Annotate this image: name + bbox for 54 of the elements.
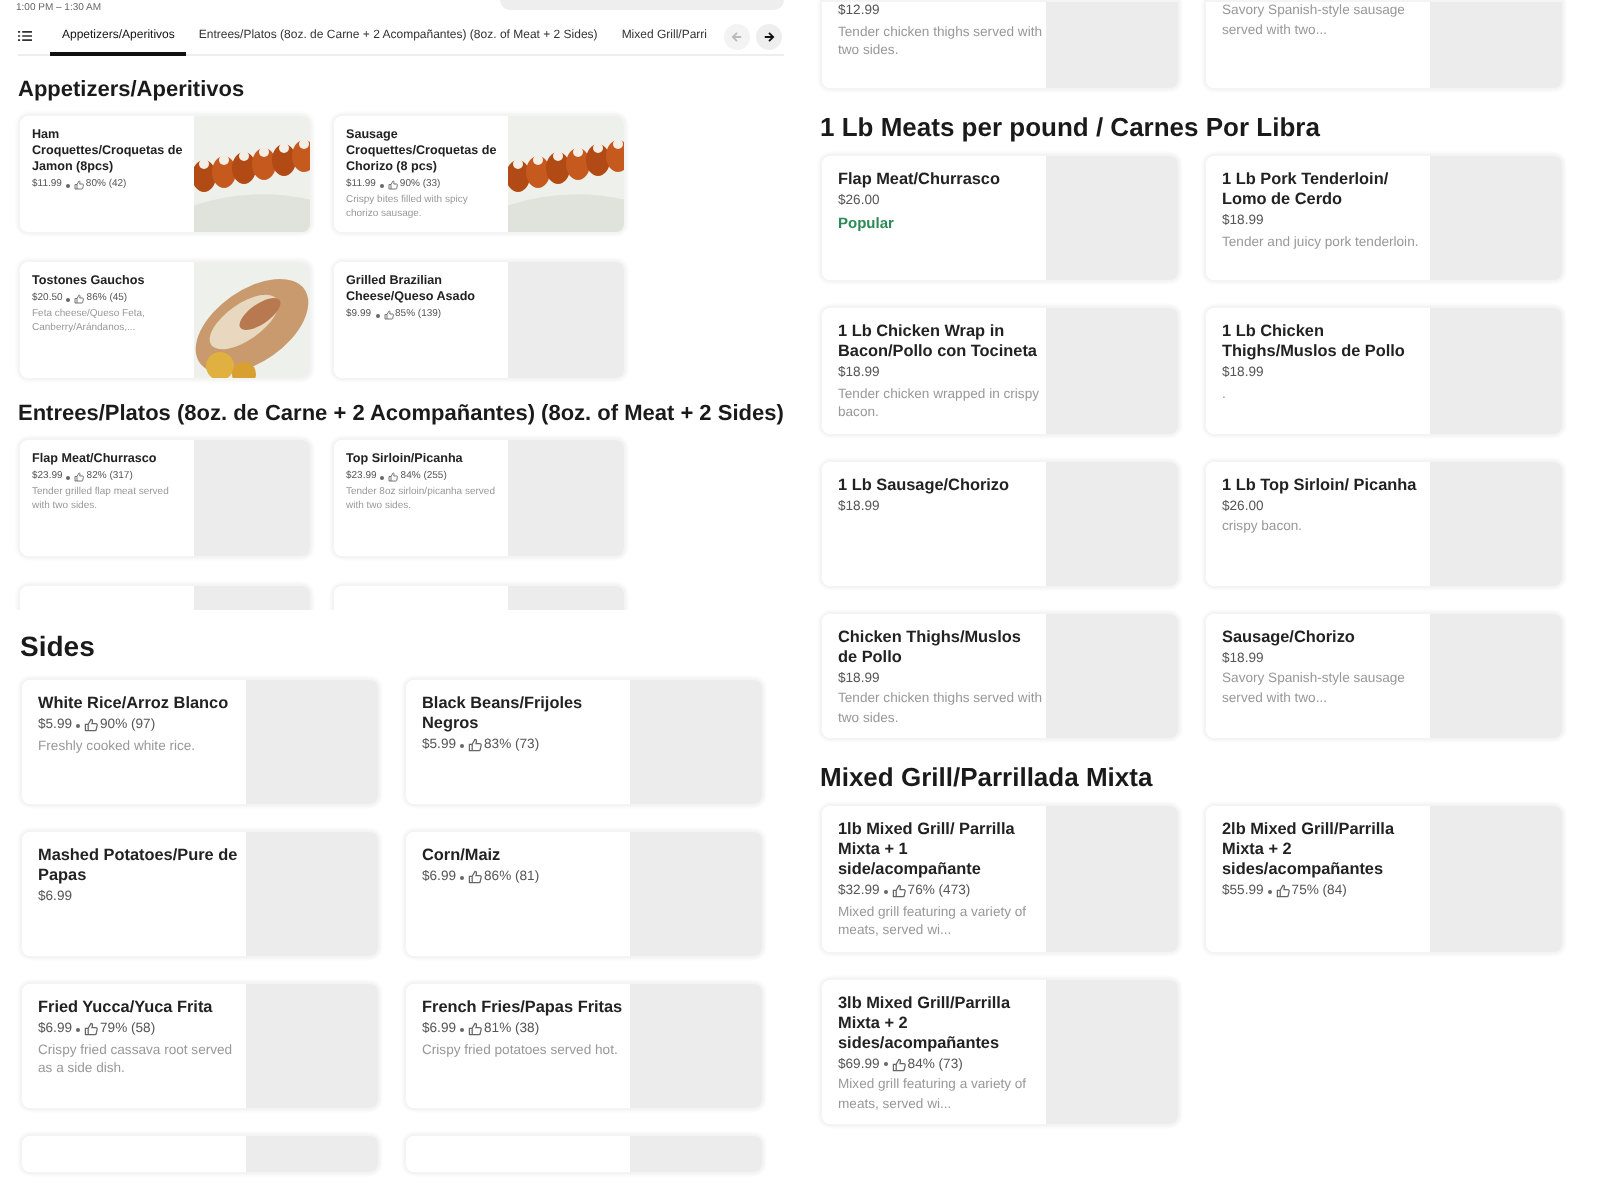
item-name: White Rice/Arroz Blanco <box>38 694 229 714</box>
separator-dot <box>883 889 888 894</box>
separator-dot <box>66 297 71 301</box>
thumbs-up-icon <box>383 310 394 320</box>
thumbs-up-icon <box>387 180 398 190</box>
separator-dot <box>460 743 465 748</box>
thumbs-up-icon <box>1275 884 1290 899</box>
thumbs-up-icon <box>388 472 399 482</box>
item-name: 1 Lb Chicken Thighs/Muslos de Pollo <box>1222 322 1407 362</box>
separator-dot <box>375 313 380 317</box>
separator-dot <box>66 475 71 479</box>
item-name: 1 Lb Chicken Wrap in Bacon/Pollo con Tocineta <box>838 322 1039 362</box>
separator-dot <box>76 1027 81 1032</box>
item-name: 1 Lb Pork Tenderloin/ Lomo de Cerdo <box>1222 170 1391 210</box>
item-name: 1lb Mixed Grill/ Parrilla Mixta + 1 side/acompañante <box>838 820 1017 880</box>
separator-dot <box>460 875 465 880</box>
item-name: Corn/Maiz <box>422 846 501 866</box>
thumbs-up-icon <box>73 180 84 190</box>
item-name: 1 Lb Top Sirloin/ Picanha <box>1222 475 1417 495</box>
left-arrow-icon <box>730 29 745 43</box>
item-name: 1 Lb Sausage/Chorizo <box>838 475 1010 495</box>
item-name: Chicken Thighs/Muslos de Pollo <box>838 627 1023 667</box>
item-name: 2lb Mixed Grill/Parrilla Mixta + 2 sides/acompañantes <box>1222 820 1397 880</box>
scroll-forward-button[interactable] <box>756 23 783 49</box>
thumbs-up-icon <box>84 1022 99 1037</box>
section-heading: Entrees/Platos (8oz. de Carne + 2 Acompañantes) (8oz. of Meat + 2 Sides) <box>18 402 786 426</box>
right-arrow-icon <box>762 29 777 43</box>
separator-dot <box>65 183 70 187</box>
separator-dot <box>883 1062 888 1067</box>
section-heading: Appetizers/Aperitivos <box>18 78 247 102</box>
thumbs-up-icon <box>468 738 483 753</box>
separator-dot <box>460 1027 465 1032</box>
separator-dot <box>379 183 384 187</box>
thumbs-up-icon <box>74 472 85 482</box>
thumbs-up-icon <box>468 870 483 885</box>
list-icon[interactable] <box>18 30 32 42</box>
item-name: Mashed Potatoes/Pure de Papas <box>38 846 240 886</box>
item-name: Black Beans/Frijoles Negros <box>422 694 585 734</box>
thumbs-up-icon <box>84 718 99 733</box>
section-heading: Mixed Grill/Parrillada Mixta <box>820 762 1155 792</box>
item-name: Fried Yucca/Yuca Frita <box>38 998 213 1018</box>
separator-dot <box>76 723 81 728</box>
section-heading: 1 Lb Meats per pound / Carnes Por Libra <box>820 112 1322 142</box>
separator-dot <box>1267 889 1272 894</box>
thumbs-up-icon <box>891 1057 906 1072</box>
item-name: 3lb Mixed Grill/Parrilla Mixta + 2 sides/acompañantes <box>838 993 1013 1053</box>
section-heading: Sides <box>20 630 97 662</box>
separator-dot <box>380 475 385 479</box>
thumbs-up-icon <box>468 1022 483 1037</box>
item-name: French Fries/Papas Fritas <box>422 998 623 1018</box>
item-name: Sausage/Chorizo <box>1222 627 1355 647</box>
item-name: Flap Meat/Churrasco <box>838 170 1000 190</box>
thumbs-up-icon <box>891 884 906 899</box>
thumbs-up-icon <box>74 294 85 304</box>
